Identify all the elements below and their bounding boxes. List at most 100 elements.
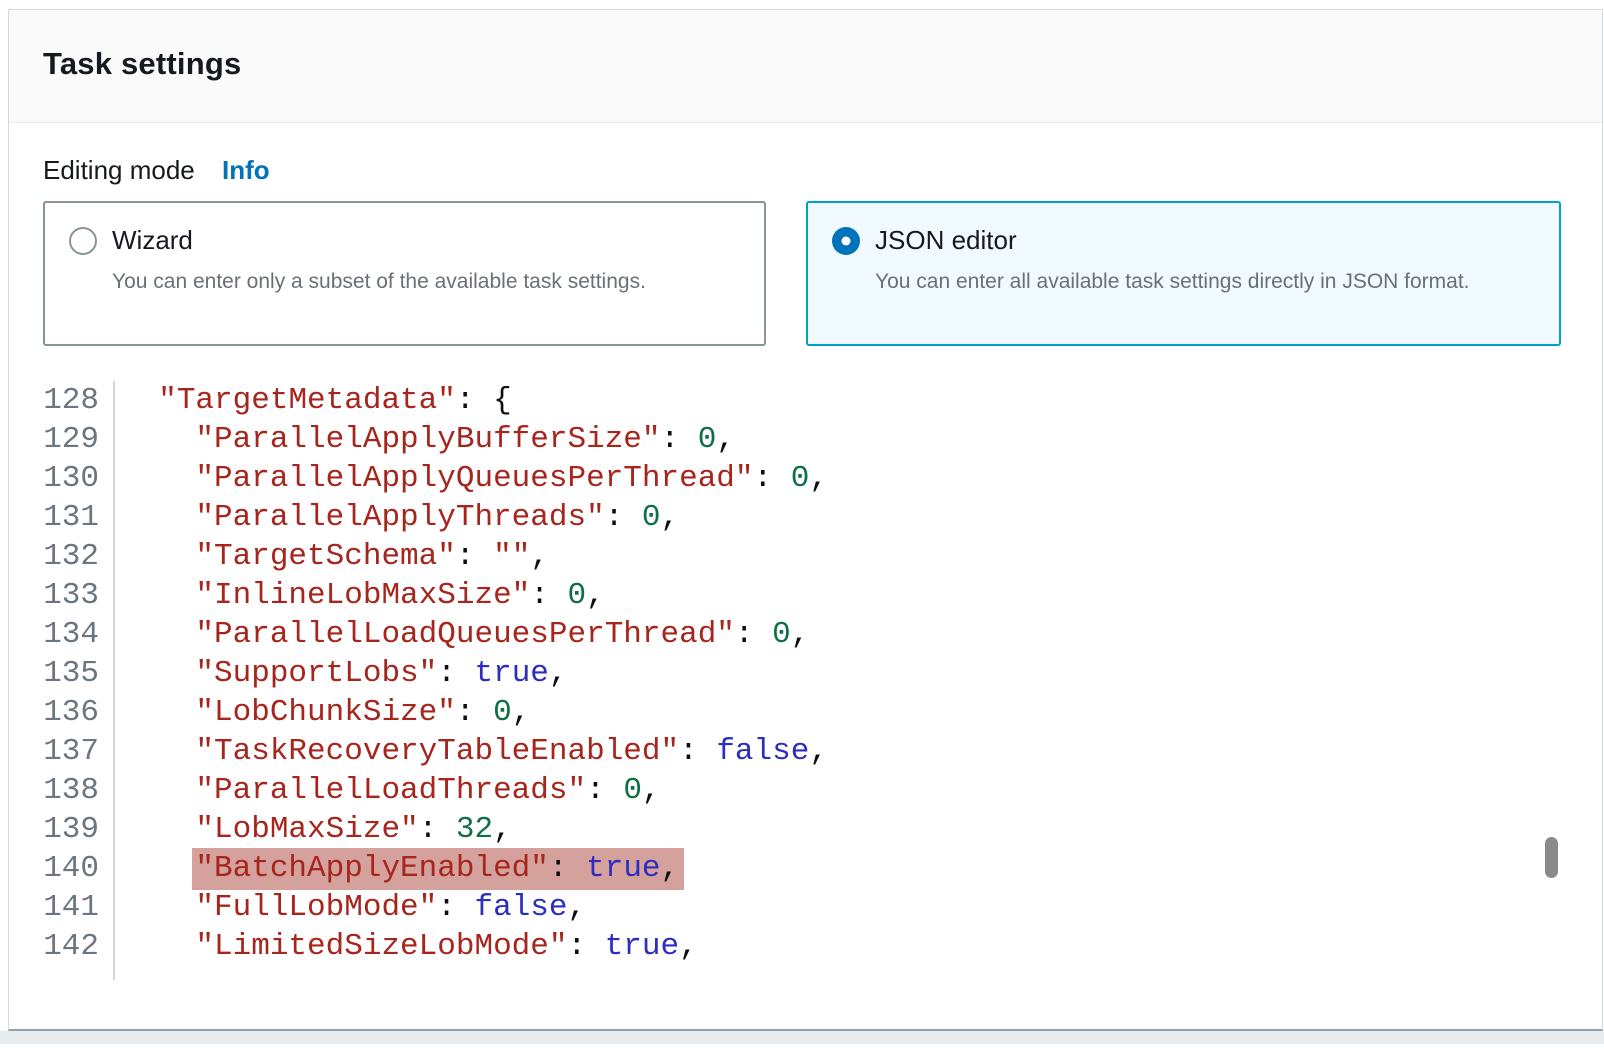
code-line[interactable]: "ParallelApplyBufferSize": 0,: [121, 420, 828, 459]
code-token: "TargetSchema": [195, 539, 455, 574]
line-number: 135: [43, 654, 99, 693]
code-token: true: [474, 656, 548, 691]
line-number: 142: [43, 927, 99, 966]
page-title: Task settings: [43, 46, 1568, 82]
page-background-strip: [0, 1031, 1604, 1044]
code-token: "LobChunkSize": [195, 695, 455, 730]
code-token: "LobMaxSize": [195, 812, 418, 847]
line-number: 134: [43, 615, 99, 654]
code-token: ,: [661, 851, 680, 886]
code-token: {: [493, 383, 512, 418]
code-token: ,: [809, 734, 828, 769]
editing-mode-row: Editing mode Info: [43, 155, 1568, 186]
radio-json-editor[interactable]: [832, 227, 860, 255]
code-token: :: [419, 812, 456, 847]
code-token: true: [605, 929, 679, 964]
tile-wizard-title: Wizard: [112, 225, 193, 256]
code-token: ,: [568, 890, 587, 925]
code-token: "SupportLobs": [195, 656, 437, 691]
code-token: "TaskRecoveryTableEnabled": [195, 734, 679, 769]
tile-wizard-description: You can enter only a subset of the avail…: [112, 264, 740, 300]
task-settings-panel: Task settings Editing mode Info Wizard Y…: [8, 9, 1603, 1031]
line-number: 140: [43, 849, 99, 888]
tile-wizard[interactable]: Wizard You can enter only a subset of th…: [43, 201, 766, 346]
code-token: "BatchApplyEnabled": [195, 851, 548, 886]
code-line[interactable]: "LimitedSizeLobMode": true,: [121, 927, 828, 966]
code-token: ,: [679, 929, 698, 964]
code-gutter: 1281291301311321331341351361371381391401…: [43, 381, 115, 980]
line-number: 130: [43, 459, 99, 498]
line-number: 137: [43, 732, 99, 771]
code-token: ,: [586, 578, 605, 613]
code-line[interactable]: "FullLobMode": false,: [121, 888, 828, 927]
code-line[interactable]: "TargetMetadata": {: [121, 381, 828, 420]
code-token: :: [530, 578, 567, 613]
code-token: 0: [698, 422, 717, 457]
code-token: 0: [623, 773, 642, 808]
code-token: 0: [493, 695, 512, 730]
code-token: 0: [791, 461, 810, 496]
code-line[interactable]: "ParallelApplyThreads": 0,: [121, 498, 828, 537]
code-line[interactable]: "LobMaxSize": 32,: [121, 810, 828, 849]
code-token: :: [567, 929, 604, 964]
code-line[interactable]: "ParallelLoadThreads": 0,: [121, 771, 828, 810]
line-number: 141: [43, 888, 99, 927]
info-link[interactable]: Info: [222, 155, 270, 185]
editor-scrollbar-thumb[interactable]: [1545, 837, 1558, 878]
code-token: false: [716, 734, 809, 769]
code-token: ,: [549, 656, 568, 691]
tile-json-editor-head: JSON editor: [832, 225, 1535, 256]
code-line[interactable]: "ParallelLoadQueuesPerThread": 0,: [121, 615, 828, 654]
code-token: true: [586, 851, 660, 886]
code-token: 32: [456, 812, 493, 847]
code-token: ,: [493, 812, 512, 847]
code-token: "TargetMetadata": [158, 383, 456, 418]
code-token: "ParallelApplyBufferSize": [195, 422, 660, 457]
code-token: "ParallelApplyThreads": [195, 500, 604, 535]
code-token: :: [456, 695, 493, 730]
code-token: ,: [661, 500, 680, 535]
code-token: false: [474, 890, 567, 925]
code-token: :: [735, 617, 772, 652]
radio-wizard[interactable]: [69, 227, 97, 255]
code-token: :: [605, 500, 642, 535]
code-token: "ParallelLoadQueuesPerThread": [195, 617, 735, 652]
line-number: 139: [43, 810, 99, 849]
panel-body: Editing mode Info Wizard You can enter o…: [9, 123, 1602, 1014]
code-token: "ParallelLoadThreads": [195, 773, 586, 808]
code-line[interactable]: "TaskRecoveryTableEnabled": false,: [121, 732, 828, 771]
code-token: "ParallelApplyQueuesPerThread": [195, 461, 753, 496]
code-lines[interactable]: "TargetMetadata": { "ParallelApplyBuffer…: [115, 381, 828, 980]
editing-mode-tiles: Wizard You can enter only a subset of th…: [43, 201, 1568, 346]
code-token: ,: [642, 773, 661, 808]
code-line[interactable]: "SupportLobs": true,: [121, 654, 828, 693]
code-token: :: [549, 851, 586, 886]
code-token: ,: [791, 617, 810, 652]
code-token: "FullLobMode": [195, 890, 437, 925]
line-number: 131: [43, 498, 99, 537]
code-token: :: [586, 773, 623, 808]
code-line[interactable]: "InlineLobMaxSize": 0,: [121, 576, 828, 615]
tile-json-editor-description: You can enter all available task setting…: [875, 264, 1535, 300]
line-number: 128: [43, 381, 99, 420]
tile-json-editor[interactable]: JSON editor You can enter all available …: [806, 201, 1561, 346]
code-line[interactable]: "ParallelApplyQueuesPerThread": 0,: [121, 459, 828, 498]
code-token: 0: [772, 617, 791, 652]
code-token: :: [456, 383, 493, 418]
code-line[interactable]: "TargetSchema": "",: [121, 537, 828, 576]
code-token: "LimitedSizeLobMode": [195, 929, 567, 964]
code-line[interactable]: "LobChunkSize": 0,: [121, 693, 828, 732]
highlighted-code: "BatchApplyEnabled": true,: [192, 848, 684, 890]
code-token: :: [456, 539, 493, 574]
json-code-editor[interactable]: 1281291301311321331341351361371381391401…: [43, 381, 1568, 980]
code-token: "InlineLobMaxSize": [195, 578, 530, 613]
line-number: 132: [43, 537, 99, 576]
line-number: 133: [43, 576, 99, 615]
tile-wizard-head: Wizard: [69, 225, 740, 256]
code-token: :: [437, 890, 474, 925]
code-token: 0: [568, 578, 587, 613]
code-line[interactable]: "BatchApplyEnabled": true,: [121, 849, 828, 888]
line-number: 136: [43, 693, 99, 732]
editing-mode-label: Editing mode: [43, 155, 195, 185]
tile-json-editor-title: JSON editor: [875, 225, 1017, 256]
